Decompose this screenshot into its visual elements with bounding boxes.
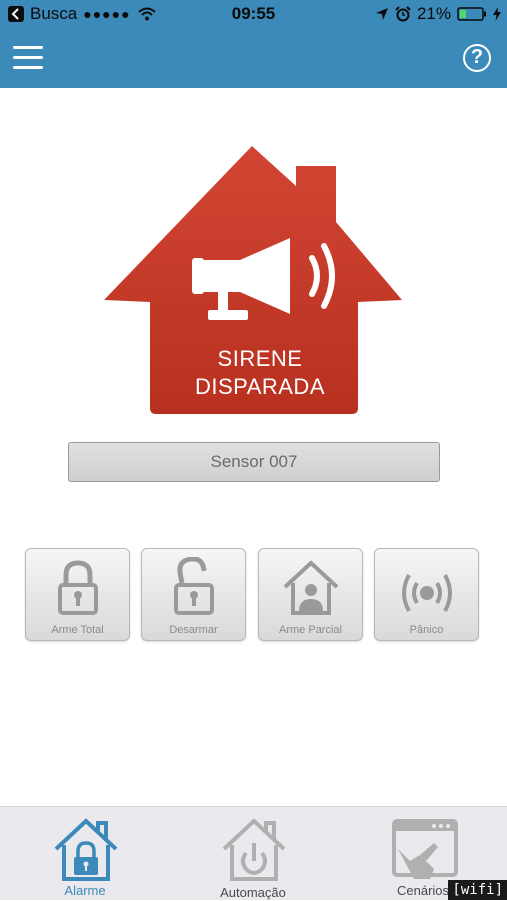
tab-bar: Alarme Automação Cenários [wifi] xyxy=(0,806,507,900)
siren-line-1: SIRENE xyxy=(217,346,303,371)
wifi-tag: [wifi] xyxy=(448,880,507,900)
help-icon[interactable]: ? xyxy=(463,44,491,72)
sensor-label: Sensor 007 xyxy=(68,442,440,482)
tab-automacao[interactable]: Automação xyxy=(188,807,318,901)
house-lock-icon xyxy=(54,818,118,881)
alarm-clock-icon xyxy=(395,6,411,22)
location-arrow-icon xyxy=(375,8,388,20)
arme-total-button[interactable]: Arme Total xyxy=(25,548,130,641)
siren-line-2: DISPARADA xyxy=(194,374,325,399)
lock-closed-icon xyxy=(58,560,98,615)
charging-bolt-icon xyxy=(493,7,501,21)
status-bar: Busca ●●●●● 09:55 21% xyxy=(0,0,507,30)
panico-button[interactable]: Pânico xyxy=(374,548,479,641)
window-hand-icon xyxy=(392,819,458,879)
house-power-icon xyxy=(222,818,286,881)
battery-percent: 21% xyxy=(416,4,451,23)
action-label: Desarmar xyxy=(169,624,218,636)
house-user-icon xyxy=(283,560,339,615)
action-label: Arme Parcial xyxy=(279,624,342,636)
tab-alarme[interactable]: Alarme xyxy=(20,807,150,901)
desarmar-button[interactable]: Desarmar xyxy=(141,548,246,641)
lock-open-icon xyxy=(174,557,214,615)
status-right: 21% xyxy=(375,4,501,24)
tab-label: Alarme xyxy=(64,883,106,898)
action-label: Pânico xyxy=(409,624,444,636)
battery-icon xyxy=(457,7,486,21)
hamburger-icon[interactable] xyxy=(13,46,43,70)
arme-parcial-button[interactable]: Arme Parcial xyxy=(258,548,363,641)
action-buttons: Arme Total Desarmar Arme Parcial Pânico xyxy=(25,548,481,642)
broadcast-icon xyxy=(402,574,452,612)
siren-status-text: SIRENE DISPARADA xyxy=(150,345,370,401)
nav-bar: ? xyxy=(0,30,507,88)
tab-label: Automação xyxy=(220,885,286,900)
action-label: Arme Total xyxy=(51,624,104,636)
